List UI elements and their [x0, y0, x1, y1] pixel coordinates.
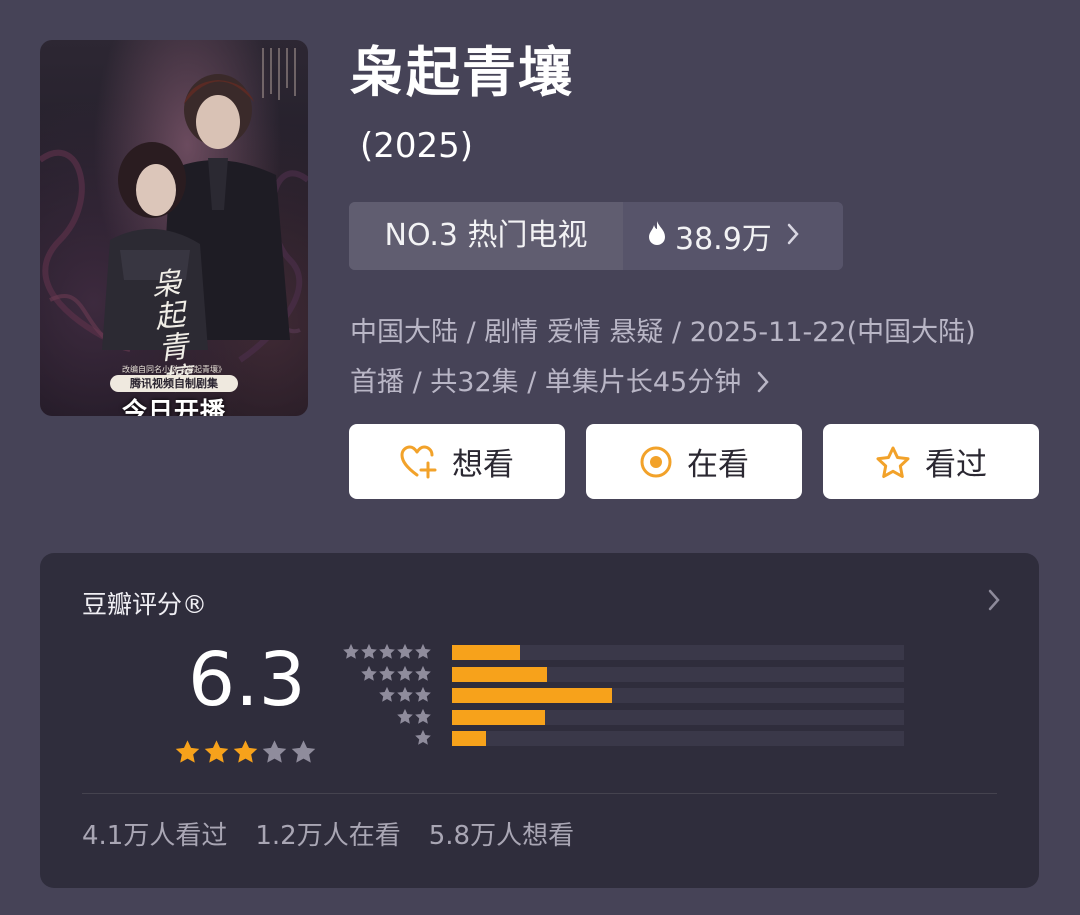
distribution-bar-3	[452, 688, 612, 703]
star-filled-icon	[174, 739, 201, 770]
watched-button[interactable]: 看过	[823, 424, 1039, 499]
star-icon	[876, 446, 910, 478]
heat-value: 38.9万	[675, 222, 772, 257]
distribution-track-5	[452, 645, 904, 660]
flame-icon	[647, 219, 667, 254]
star-icon	[397, 643, 413, 659]
heat-section[interactable]: 38.9万	[623, 202, 843, 270]
distribution-stars-4	[342, 665, 432, 687]
distribution-track-4	[452, 666, 904, 682]
star-icon	[379, 643, 395, 659]
star-icon	[415, 729, 431, 745]
star-filled-icon	[232, 739, 259, 770]
ranking-pill[interactable]: NO.3 热门电视 38.9万	[349, 202, 843, 270]
watching-count: 1.2万人在看	[255, 821, 401, 851]
rating-card[interactable]: 豆瓣评分® 6.3 4.1万人看过 1.2万人在看 5.8万人想看	[40, 553, 1039, 888]
meta-line-2-row: 首播 / 共32集 / 单集片长45分钟	[350, 358, 1050, 408]
watching-button[interactable]: 在看	[586, 424, 802, 499]
want-to-watch-button[interactable]: 想看	[349, 424, 565, 499]
star-icon	[415, 708, 431, 724]
target-icon	[640, 446, 672, 477]
chevron-right-icon	[750, 367, 770, 398]
distribution-bar-1	[452, 731, 486, 746]
meta-info[interactable]: 中国大陆 / 剧情 爱情 悬疑 / 2025-11-22(中国大陆) 首播 / …	[350, 308, 1050, 408]
divider	[82, 793, 997, 794]
chevron-right-icon[interactable]	[987, 588, 1001, 616]
chevron-right-icon	[786, 219, 800, 254]
star-icon	[379, 686, 395, 702]
watching-label: 在看	[687, 447, 749, 483]
watched-count: 4.1万人看过	[82, 821, 228, 851]
ranking-label: NO.3 热门电视	[349, 202, 623, 270]
star-icon	[415, 665, 431, 681]
star-icon	[343, 643, 359, 659]
poster-slogan: 今日开播	[121, 397, 226, 416]
rating-stats: 4.1万人看过 1.2万人在看 5.8万人想看	[82, 815, 602, 852]
star-icon	[379, 665, 395, 681]
distribution-track-1	[452, 731, 904, 746]
star-icon	[361, 643, 377, 659]
star-filled-icon	[203, 739, 230, 770]
star-icon	[397, 665, 413, 681]
meta-line-1: 中国大陆 / 剧情 爱情 悬疑 / 2025-11-22(中国大陆)	[350, 317, 976, 348]
poster-badge: 腾讯视频自制剧集	[110, 375, 238, 392]
distribution-bar-5	[452, 645, 520, 660]
rating-score: 6.3	[188, 637, 306, 723]
want-to-watch-label: 想看	[452, 447, 514, 483]
distribution-stars-2	[342, 708, 432, 730]
rating-label: 豆瓣评分®	[82, 590, 208, 619]
distribution-bar-4	[452, 666, 547, 682]
distribution-stars-3	[342, 686, 432, 708]
distribution-stars-1	[342, 729, 432, 751]
star-icon	[397, 686, 413, 702]
distribution-bar-2	[452, 709, 545, 725]
distribution-track-3	[452, 688, 904, 703]
star-empty-icon	[261, 739, 288, 770]
star-icon	[397, 708, 413, 724]
poster-image[interactable]: 枭起青壤 改编自同名小说《枭起青壤》 腾讯视频自制剧集 今日开播	[40, 40, 308, 416]
score-stars	[174, 739, 319, 770]
poster-subtitle: 改编自同名小说《枭起青壤》	[122, 365, 226, 374]
release-year: (2025)	[360, 126, 474, 166]
distribution-stars-5	[342, 643, 432, 665]
page-title: 枭起青壤	[350, 41, 574, 104]
want-count: 5.8万人想看	[428, 821, 575, 851]
star-icon	[415, 643, 431, 659]
distribution-track-2	[452, 709, 904, 725]
heart-plus-icon	[400, 445, 437, 478]
star-empty-icon	[290, 739, 317, 770]
watched-label: 看过	[925, 447, 987, 483]
star-icon	[415, 686, 431, 702]
meta-line-2: 首播 / 共32集 / 单集片长45分钟	[350, 367, 742, 398]
star-icon	[361, 665, 377, 681]
